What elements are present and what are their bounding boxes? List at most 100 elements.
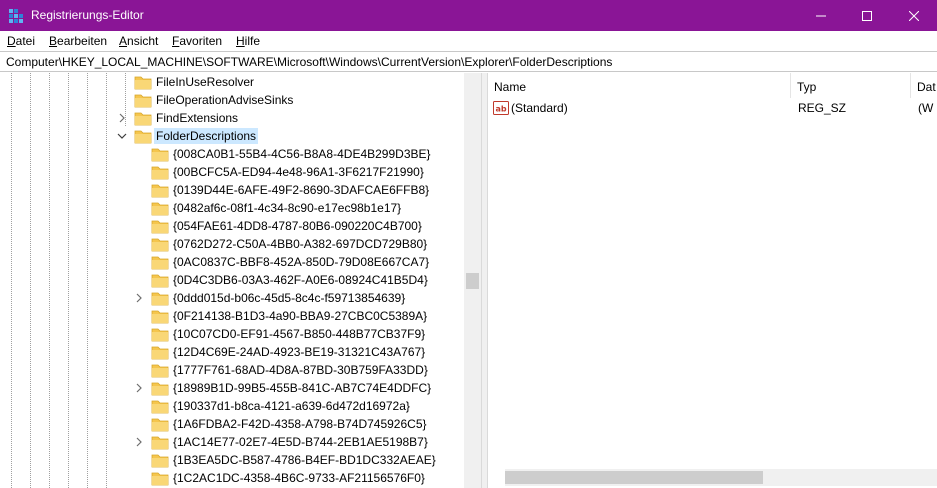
folder-icon bbox=[151, 310, 169, 324]
tree-item-label: {00BCFC5A-ED94-4e48-96A1-3F6217F21990} bbox=[173, 165, 424, 179]
chevron-right-icon[interactable] bbox=[134, 289, 144, 307]
scrollbar-thumb[interactable] bbox=[466, 273, 479, 289]
tree-item-label: {0D4C3DB6-03A3-462F-A0E6-08924C41B5D4} bbox=[173, 273, 428, 287]
value-row[interactable]: ab (Standard) REG_SZ (W bbox=[488, 99, 937, 117]
pane-splitter[interactable] bbox=[481, 73, 488, 488]
tree-item-findextensions[interactable]: FindExtensions bbox=[117, 109, 240, 127]
tree-expander-empty bbox=[134, 307, 144, 325]
address-bar[interactable]: Computer\HKEY_LOCAL_MACHINE\SOFTWARE\Mic… bbox=[0, 51, 937, 72]
minimize-button[interactable] bbox=[798, 0, 844, 31]
chevron-right-icon[interactable] bbox=[134, 433, 144, 451]
folder-icon bbox=[151, 256, 169, 270]
menu-ansicht[interactable]: Ansicht bbox=[119, 34, 158, 48]
value-name: (Standard) bbox=[511, 101, 568, 115]
tree-item-child[interactable]: {12D4C69E-24AD-4923-BE19-31321C43A767} bbox=[134, 343, 427, 361]
tree-item-child[interactable]: {0ddd015d-b06c-45d5-8c4c-f59713854639} bbox=[134, 289, 407, 307]
value-type: REG_SZ bbox=[798, 101, 847, 115]
close-button[interactable] bbox=[891, 0, 937, 31]
tree-item-child[interactable]: {0139D44E-6AFE-49F2-8690-3DAFCAE6FFB8} bbox=[134, 181, 431, 199]
column-header-type[interactable]: Typ bbox=[791, 73, 911, 98]
tree-expander-empty bbox=[134, 199, 144, 217]
folder-icon bbox=[151, 346, 169, 360]
address-path[interactable]: Computer\HKEY_LOCAL_MACHINE\SOFTWARE\Mic… bbox=[6, 55, 612, 69]
folder-icon bbox=[151, 238, 169, 252]
tree-expander-empty bbox=[134, 451, 144, 469]
folder-icon bbox=[151, 454, 169, 468]
tree-item-child[interactable]: {10C07CD0-EF91-4567-B850-448B77CB37F9} bbox=[134, 325, 427, 343]
maximize-button[interactable] bbox=[844, 0, 890, 31]
tree-item-child[interactable]: {190337d1-b8ca-4121-a639-6d472d16972a} bbox=[134, 397, 412, 415]
tree-item-child[interactable]: {1777F761-68AD-4D8A-87BD-30B759FA33DD} bbox=[134, 361, 430, 379]
tree-item-child[interactable]: {0D4C3DB6-03A3-462F-A0E6-08924C41B5D4} bbox=[134, 271, 430, 289]
tree-item-child[interactable]: {00BCFC5A-ED94-4e48-96A1-3F6217F21990} bbox=[134, 163, 426, 181]
tree-item-label: {054FAE61-4DD8-4787-80B6-090220C4B700} bbox=[173, 219, 422, 233]
tree-item-label: {0ddd015d-b06c-45d5-8c4c-f59713854639} bbox=[173, 291, 406, 305]
tree-item-label: {1777F761-68AD-4D8A-87BD-30B759FA33DD} bbox=[173, 363, 428, 377]
folder-icon bbox=[151, 166, 169, 180]
tree-expander-empty bbox=[117, 73, 127, 91]
column-header-name[interactable]: Name bbox=[488, 73, 791, 98]
folder-icon bbox=[151, 382, 169, 396]
menu-favoriten[interactable]: Favoriten bbox=[172, 34, 222, 48]
registry-editor-icon bbox=[9, 9, 23, 23]
tree-item-child[interactable]: {1C2AC1DC-4358-4B6C-9733-AF21156576F0} bbox=[134, 469, 427, 487]
tree-item-child[interactable]: {0482af6c-08f1-4c34-8c90-e17ec98b1e17} bbox=[134, 199, 403, 217]
menu-label-rest: earbeiten bbox=[57, 34, 108, 48]
tree-item-child[interactable]: {1B3EA5DC-B587-4786-B4EF-BD1DC332AEAE} bbox=[134, 451, 438, 469]
tree-item-label: FileInUseResolver bbox=[156, 75, 255, 89]
tree-item-child[interactable]: {0AC0837C-BBF8-452A-850D-79D08E667CA7} bbox=[134, 253, 431, 271]
menu-label-rest: ilfe bbox=[244, 34, 261, 48]
tree-item-label: {1A6FDBA2-F42D-4358-A798-B74D745926C5} bbox=[173, 417, 427, 431]
tree-item-label: {1C2AC1DC-4358-4B6C-9733-AF21156576F0} bbox=[173, 471, 425, 485]
values-list[interactable]: Name Typ Dat ab (Standard) REG_SZ (W bbox=[488, 73, 937, 488]
tree-item-label: {0AC0837C-BBF8-452A-850D-79D08E667CA7} bbox=[173, 255, 430, 269]
tree-expander-empty bbox=[134, 469, 144, 487]
column-header-data[interactable]: Dat bbox=[911, 73, 937, 98]
tree-item-child[interactable]: {054FAE61-4DD8-4787-80B6-090220C4B700} bbox=[134, 217, 424, 235]
string-value-icon: ab bbox=[493, 101, 509, 115]
tree-item-child[interactable]: {18989B1D-99B5-455B-841C-AB7C74E4DDFC} bbox=[134, 379, 433, 397]
tree-expander-empty bbox=[134, 271, 144, 289]
title-bar[interactable]: Registrierungs-Editor bbox=[0, 0, 937, 31]
tree-item-folderdescriptions[interactable]: FolderDescriptions bbox=[117, 127, 259, 145]
folder-icon bbox=[151, 184, 169, 198]
menu-accel: B bbox=[49, 34, 58, 48]
tree-expander-empty bbox=[134, 145, 144, 163]
tree-item-fileoperationadvisesinks[interactable]: FileOperationAdviseSinks bbox=[117, 91, 295, 109]
tree-expander-empty bbox=[134, 397, 144, 415]
tree-expander-empty bbox=[134, 325, 144, 343]
tree-item-child[interactable]: {1AC14E77-02E7-4E5D-B744-2EB1AE5198B7} bbox=[134, 433, 430, 451]
tree-expander-empty bbox=[117, 91, 127, 109]
maximize-icon bbox=[862, 10, 872, 21]
tree-item-child[interactable]: {1A6FDBA2-F42D-4358-A798-B74D745926C5} bbox=[134, 415, 429, 433]
folder-icon bbox=[151, 292, 169, 306]
menu-datei[interactable]: Datei bbox=[7, 34, 35, 48]
menu-hilfe[interactable]: Hilfe bbox=[236, 34, 260, 48]
chevron-right-icon[interactable] bbox=[134, 379, 144, 397]
value-data: (W bbox=[918, 101, 934, 115]
folder-icon bbox=[151, 418, 169, 432]
tree-expander-empty bbox=[134, 343, 144, 361]
chevron-down-icon[interactable] bbox=[117, 127, 127, 145]
tree-item-child[interactable]: {0F214138-B1D3-4a90-BBA9-27CBC0C5389A} bbox=[134, 307, 429, 325]
values-horizontal-scrollbar[interactable] bbox=[505, 469, 937, 486]
menu-label-rest: avoriten bbox=[179, 34, 223, 48]
tree-item-label: {190337d1-b8ca-4121-a639-6d472d16972a} bbox=[173, 399, 410, 413]
tree-vertical-scrollbar[interactable] bbox=[464, 73, 481, 488]
tree-item-label: {12D4C69E-24AD-4923-BE19-31321C43A767} bbox=[173, 345, 426, 359]
tree-item-label: {0762D272-C50A-4BB0-A382-697DCD729B80} bbox=[173, 237, 428, 251]
folder-icon bbox=[134, 112, 152, 126]
tree-expander-empty bbox=[134, 181, 144, 199]
tree-item-label: {0139D44E-6AFE-49F2-8690-3DAFCAE6FFB8} bbox=[173, 183, 430, 197]
tree-item-label: {008CA0B1-55B4-4C56-B8A8-4DE4B299D3BE} bbox=[173, 147, 431, 161]
scrollbar-thumb[interactable] bbox=[505, 471, 763, 484]
tree-item-child[interactable]: {008CA0B1-55B4-4C56-B8A8-4DE4B299D3BE} bbox=[134, 145, 433, 163]
chevron-right-icon[interactable] bbox=[117, 109, 127, 127]
key-tree[interactable]: FileInUseResolver FileOperationAdviseSin… bbox=[0, 73, 481, 488]
tree-item-child[interactable]: {0762D272-C50A-4BB0-A382-697DCD729B80} bbox=[134, 235, 429, 253]
tree-item-fileinuseresolver[interactable]: FileInUseResolver bbox=[117, 73, 256, 91]
menu-bearbeiten[interactable]: Bearbeiten bbox=[49, 34, 107, 48]
folder-icon bbox=[134, 94, 152, 108]
tree-expander-empty bbox=[134, 415, 144, 433]
menu-accel: H bbox=[236, 34, 245, 48]
